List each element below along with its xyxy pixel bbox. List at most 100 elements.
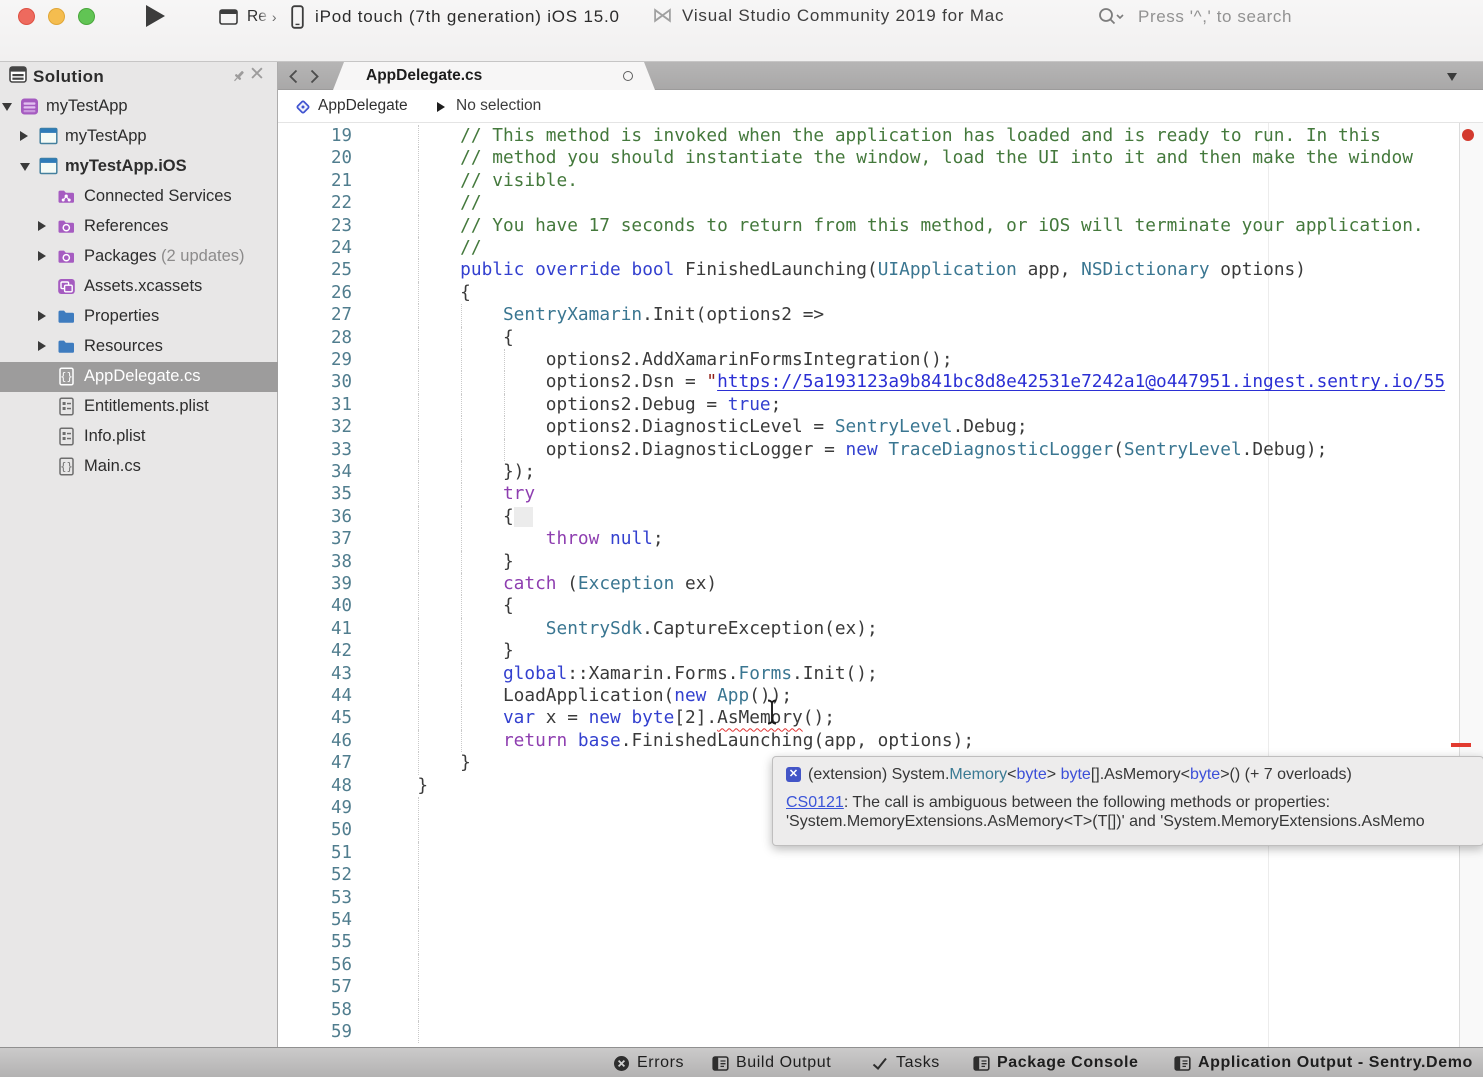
code-line-43[interactable]: 43 global::Xamarin.Forms.Forms.Init();	[278, 663, 1459, 685]
code-line-42[interactable]: 42 }	[278, 640, 1459, 662]
run-button[interactable]	[146, 5, 165, 27]
close-pad-icon[interactable]: ✕	[249, 63, 265, 86]
status-item-application-output-sentry-demo[interactable]: Application Output - Sentry.Demo	[1174, 1048, 1473, 1077]
code-line-26[interactable]: 26 {	[278, 282, 1459, 304]
code-line-29[interactable]: 29 options2.AddXamarinFormsIntegration()…	[278, 349, 1459, 371]
line-number: 35	[278, 483, 352, 505]
code-line-55[interactable]: 55	[278, 931, 1459, 953]
code-line-44[interactable]: 44 LoadApplication(new App());	[278, 685, 1459, 707]
navigate-back-icon[interactable]	[287, 69, 300, 89]
code-line-58[interactable]: 58	[278, 999, 1459, 1021]
tree-item-entitlements-plist[interactable]: Entitlements.plist	[0, 392, 278, 422]
tree-item-connected-services[interactable]: Connected Services	[0, 182, 278, 212]
tree-item-packages[interactable]: Packages (2 updates)	[0, 242, 278, 272]
line-number: 48	[278, 775, 352, 797]
code-line-25[interactable]: 25 public override bool FinishedLaunchin…	[278, 259, 1459, 281]
line-number: 25	[278, 259, 352, 281]
code-line-34[interactable]: 34 });	[278, 461, 1459, 483]
code-line-35[interactable]: 35 try	[278, 483, 1459, 505]
code-line-54[interactable]: 54	[278, 909, 1459, 931]
tree-item-assets-xcassets[interactable]: Assets.xcassets	[0, 272, 278, 302]
line-number: 33	[278, 439, 352, 461]
tree-item-label: Assets.xcassets	[84, 277, 202, 296]
line-number: 21	[278, 170, 352, 192]
code-line-32[interactable]: 32 options2.DiagnosticLevel = SentryLeve…	[278, 416, 1459, 438]
chevron-right-icon[interactable]	[38, 341, 46, 351]
code-line-37[interactable]: 37 throw null;	[278, 528, 1459, 550]
code-text: });	[375, 461, 536, 483]
status-item-errors[interactable]: Errors	[613, 1048, 684, 1077]
code-line-45[interactable]: 45 var x = new byte[2].AsMemory();	[278, 707, 1459, 729]
code-line-36[interactable]: 36 {	[278, 506, 1459, 528]
line-number: 34	[278, 461, 352, 483]
chevron-right-icon[interactable]	[38, 221, 46, 231]
code-line-46[interactable]: 46 return base.FinishedLaunching(app, op…	[278, 730, 1459, 752]
code-line-40[interactable]: 40 {	[278, 595, 1459, 617]
code-line-52[interactable]: 52	[278, 864, 1459, 886]
tab-list-dropdown-icon[interactable]	[1447, 73, 1457, 81]
code-line-19[interactable]: 19 // This method is invoked when the ap…	[278, 125, 1459, 147]
folder-icon	[57, 337, 76, 361]
code-line-57[interactable]: 57	[278, 976, 1459, 998]
code-line-33[interactable]: 33 options2.DiagnosticLogger = new Trace…	[278, 439, 1459, 461]
configuration-selector[interactable]: Re ›	[219, 8, 277, 26]
tree-item-appdelegate-cs[interactable]: {}AppDelegate.cs	[0, 362, 278, 392]
tree-item-mytestapp[interactable]: myTestApp	[0, 122, 278, 152]
code-line-28[interactable]: 28 {	[278, 327, 1459, 349]
status-item-build-output[interactable]: Build Output	[712, 1048, 831, 1077]
tree-item-info-plist[interactable]: Info.plist	[0, 422, 278, 452]
search-placeholder: Press '^,' to search	[1138, 7, 1292, 27]
tree-item-properties[interactable]: Properties	[0, 302, 278, 332]
code-line-38[interactable]: 38 }	[278, 551, 1459, 573]
chevron-right-icon[interactable]	[38, 251, 46, 261]
tab-label: AppDelegate.cs	[366, 67, 482, 85]
code-line-30[interactable]: 30 options2.Dsn = "https://5a193123a9b84…	[278, 371, 1459, 393]
code-line-41[interactable]: 41 SentrySdk.CaptureException(ex);	[278, 618, 1459, 640]
tree-item-resources[interactable]: Resources	[0, 332, 278, 362]
navigate-forward-icon[interactable]	[308, 69, 321, 89]
solution-pad: Solution ✕ myTestAppmyTestAppmyTestApp.i…	[0, 62, 278, 1047]
code-line-23[interactable]: 23 // You have 17 seconds to return from…	[278, 215, 1459, 237]
status-item-tasks[interactable]: Tasks	[871, 1048, 940, 1077]
code-line-22[interactable]: 22 //	[278, 192, 1459, 214]
tab-appdelegate[interactable]: AppDelegate.cs	[333, 62, 655, 90]
breadcrumb-selection[interactable]: No selection	[456, 97, 541, 115]
error-code-link[interactable]: CS0121	[786, 794, 844, 811]
line-number: 52	[278, 864, 352, 886]
code-line-21[interactable]: 21 // visible.	[278, 170, 1459, 192]
search-field[interactable]: Press '^,' to search	[1097, 4, 1292, 30]
line-number: 44	[278, 685, 352, 707]
minimize-window-button[interactable]	[48, 8, 65, 25]
code-line-27[interactable]: 27 SentryXamarin.Init(options2 =>	[278, 304, 1459, 326]
code-text: options2.DiagnosticLevel = SentryLevel.D…	[375, 416, 1028, 438]
code-text: //	[375, 192, 482, 214]
scroll-annotation-column[interactable]	[1459, 123, 1483, 1047]
code-line-56[interactable]: 56	[278, 954, 1459, 976]
tree-item-mytestapp-ios[interactable]: myTestApp.iOS	[0, 152, 278, 182]
code-line-31[interactable]: 31 options2.Debug = true;	[278, 394, 1459, 416]
tree-item-mytestapp[interactable]: myTestApp	[0, 92, 278, 122]
pin-pad-icon[interactable]	[231, 68, 247, 89]
code-line-24[interactable]: 24 //	[278, 237, 1459, 259]
chevron-down-icon[interactable]	[2, 103, 12, 111]
device-selector[interactable]: iPod touch (7th generation) iOS 15.0	[291, 5, 620, 29]
line-number: 38	[278, 551, 352, 573]
tooltip-message-text: : The call is ambiguous between the foll…	[844, 794, 1330, 811]
code-editor[interactable]: 19 // This method is invoked when the ap…	[278, 123, 1459, 1047]
chevron-down-icon[interactable]	[20, 163, 30, 171]
chevron-right-icon[interactable]	[20, 131, 28, 141]
close-window-button[interactable]	[18, 8, 35, 25]
chevron-right-icon[interactable]	[38, 311, 46, 321]
code-line-59[interactable]: 59	[278, 1021, 1459, 1043]
code-line-20[interactable]: 20 // method you should instantiate the …	[278, 147, 1459, 169]
code-line-39[interactable]: 39 catch (Exception ex)	[278, 573, 1459, 595]
code-line-53[interactable]: 53	[278, 887, 1459, 909]
zoom-window-button[interactable]	[78, 8, 95, 25]
tree-item-references[interactable]: References	[0, 212, 278, 242]
breadcrumb-class[interactable]: AppDelegate	[318, 97, 408, 115]
line-number: 56	[278, 954, 352, 976]
status-item-package-console[interactable]: Package Console	[973, 1048, 1139, 1077]
tree-item-main-cs[interactable]: {}Main.cs	[0, 452, 278, 482]
indent-guide	[418, 864, 419, 886]
line-number: 41	[278, 618, 352, 640]
